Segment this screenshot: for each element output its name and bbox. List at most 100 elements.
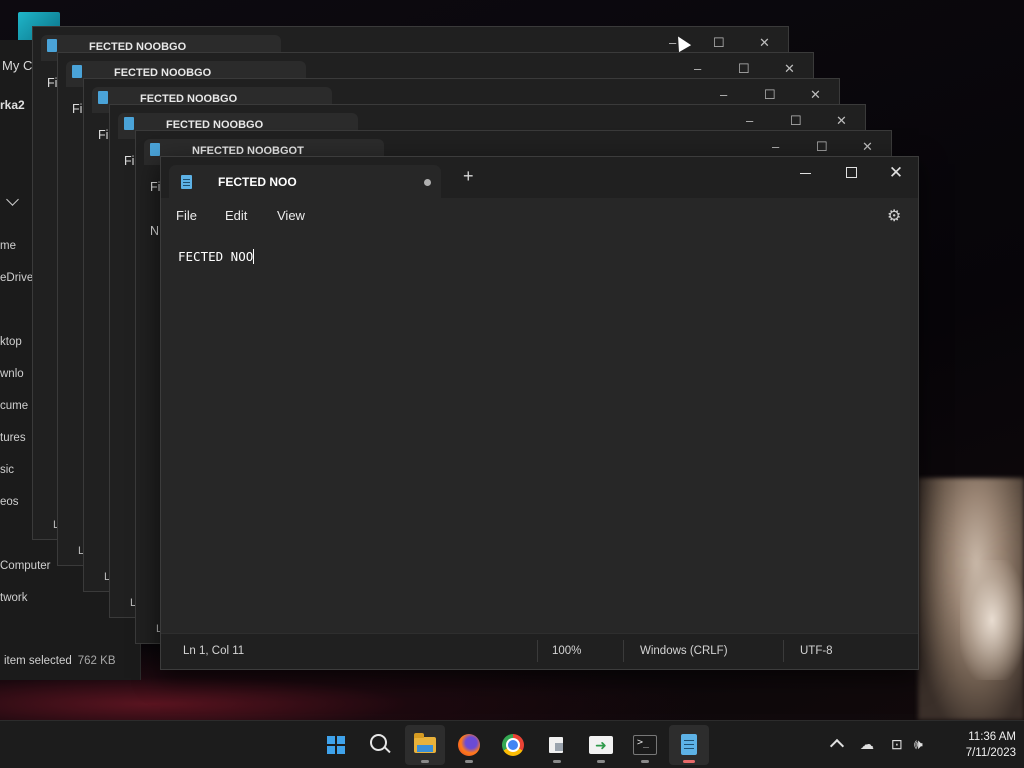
editor-content: FECTED NOO	[178, 249, 255, 264]
search-icon	[370, 734, 387, 751]
cloud-offline-icon[interactable]: ☁	[860, 736, 874, 753]
close-icon[interactable]: ✕	[759, 35, 770, 51]
maximize-icon[interactable]: ☐	[816, 139, 828, 155]
notepad-icon	[181, 175, 192, 189]
explorer-user[interactable]: rka2	[0, 98, 25, 112]
firefox-icon	[458, 734, 480, 756]
ghost-text-fragment: N	[150, 224, 160, 238]
text-editor-area[interactable]: FECTED NOO	[161, 232, 918, 634]
explorer-title: My C	[2, 58, 33, 73]
minimize-button[interactable]	[795, 163, 817, 185]
nav-item-network[interactable]: twork	[0, 592, 27, 604]
wallpaper-blurred-highlight	[960, 560, 1024, 680]
taskbar-terminal[interactable]	[625, 725, 665, 765]
menu-edit[interactable]: Edit	[225, 208, 247, 223]
running-indicator	[465, 760, 473, 763]
windows-logo-icon	[327, 736, 345, 754]
show-hidden-icons-chevron-icon[interactable]	[829, 738, 845, 754]
notepad-window[interactable]: FECTED NOO + ✕ File Edit View ⚙ FECTED N…	[160, 156, 919, 670]
status-divider	[783, 640, 784, 662]
explorer-status: item selected 762 KB	[4, 655, 116, 667]
settings-gear-icon[interactable]: ⚙	[887, 206, 901, 226]
notepad-icon	[681, 734, 697, 755]
notepad-titlebar[interactable]: FECTED NOO + ✕	[161, 157, 918, 198]
nav-item-documents[interactable]: cume	[0, 400, 28, 412]
running-indicator	[641, 760, 649, 763]
clock-time: 11:36 AM	[968, 731, 1016, 743]
ghost-menu-file[interactable]: Fi	[72, 102, 82, 116]
text-caret	[253, 249, 255, 264]
close-icon[interactable]: ✕	[784, 61, 795, 77]
minimize-icon[interactable]: –	[720, 87, 727, 102]
status-selected-text: item selected	[4, 655, 72, 667]
tab-active-document[interactable]: FECTED NOO	[169, 165, 441, 198]
status-divider	[537, 640, 538, 662]
nav-item-onedrive[interactable]: eDrive	[0, 272, 33, 284]
network-icon[interactable]: ⊡	[891, 736, 903, 753]
search-button[interactable]	[360, 725, 400, 765]
menu-view[interactable]: View	[277, 208, 305, 223]
close-icon[interactable]: ✕	[810, 87, 821, 103]
run-arrow-icon	[589, 736, 613, 754]
notepad-icon	[72, 65, 82, 78]
close-icon[interactable]: ✕	[862, 139, 873, 155]
ghost-menu-file[interactable]: Fi	[47, 76, 57, 90]
status-line-ending: Windows (CRLF)	[640, 645, 728, 657]
maximize-icon[interactable]: ☐	[738, 61, 750, 77]
new-tab-button[interactable]: +	[463, 167, 474, 185]
taskbar-notepad[interactable]	[669, 725, 709, 765]
notepad-icon	[150, 143, 160, 156]
nav-item-computer[interactable]: Computer	[0, 560, 51, 572]
status-bar: Ln 1, Col 11 100% Windows (CRLF) UTF-8	[161, 633, 918, 669]
taskbar-files[interactable]	[537, 725, 577, 765]
status-encoding: UTF-8	[800, 645, 833, 657]
taskbar: ☁ ⊡ 🕪 11:36 AM 7/11/2023	[0, 720, 1024, 768]
minimize-icon[interactable]: –	[772, 139, 779, 154]
files-icon	[549, 737, 563, 753]
menu-file[interactable]: File	[176, 208, 197, 223]
notepad-icon	[124, 117, 134, 130]
status-zoom: 100%	[552, 645, 582, 657]
terminal-icon	[633, 735, 657, 755]
nav-item-videos[interactable]: eos	[0, 496, 19, 508]
nav-item-pictures[interactable]: tures	[0, 432, 26, 444]
maximize-icon[interactable]: ☐	[713, 35, 725, 51]
start-button[interactable]	[316, 725, 356, 765]
volume-icon[interactable]: 🕪	[914, 736, 923, 753]
running-indicator	[553, 760, 561, 763]
unsaved-dot-icon[interactable]	[424, 179, 431, 186]
folder-icon	[414, 733, 436, 753]
ghost-menu-file[interactable]: Fi	[150, 180, 160, 194]
chevron-down-icon[interactable]	[6, 193, 19, 206]
maximize-icon[interactable]: ☐	[764, 87, 776, 103]
taskbar-chrome[interactable]	[493, 725, 533, 765]
nav-item-music[interactable]: sic	[0, 464, 14, 476]
status-divider	[623, 640, 624, 662]
chrome-icon	[502, 734, 524, 756]
taskbar-file-explorer[interactable]	[405, 725, 445, 765]
editor-text: FECTED NOO	[178, 249, 254, 264]
system-clock[interactable]: 11:36 AM 7/11/2023	[936, 729, 1016, 761]
maximize-icon[interactable]: ☐	[790, 113, 802, 129]
taskbar-run[interactable]	[581, 725, 621, 765]
status-size: 762 KB	[77, 655, 116, 667]
clock-date: 7/11/2023	[965, 747, 1016, 759]
taskbar-firefox[interactable]	[449, 725, 489, 765]
ghost-menu-file[interactable]: Fi	[98, 128, 108, 142]
status-line-column: Ln 1, Col 11	[183, 645, 245, 657]
notepad-icon	[47, 39, 57, 52]
minimize-icon[interactable]: –	[746, 113, 753, 128]
running-indicator	[421, 760, 429, 763]
close-icon[interactable]: ✕	[836, 113, 847, 129]
notepad-icon	[98, 91, 108, 104]
tab-title: FECTED NOO	[218, 175, 297, 189]
ghost-menu-file[interactable]: Fi	[124, 154, 134, 168]
maximize-button[interactable]	[841, 163, 863, 185]
nav-item-home[interactable]: me	[0, 240, 16, 252]
nav-item-downloads[interactable]: wnlo	[0, 368, 24, 380]
active-indicator	[683, 760, 695, 763]
minimize-icon[interactable]: –	[694, 61, 701, 76]
nav-item-desktop[interactable]: ktop	[0, 336, 22, 348]
running-indicator	[597, 760, 605, 763]
close-button[interactable]: ✕	[885, 163, 907, 185]
